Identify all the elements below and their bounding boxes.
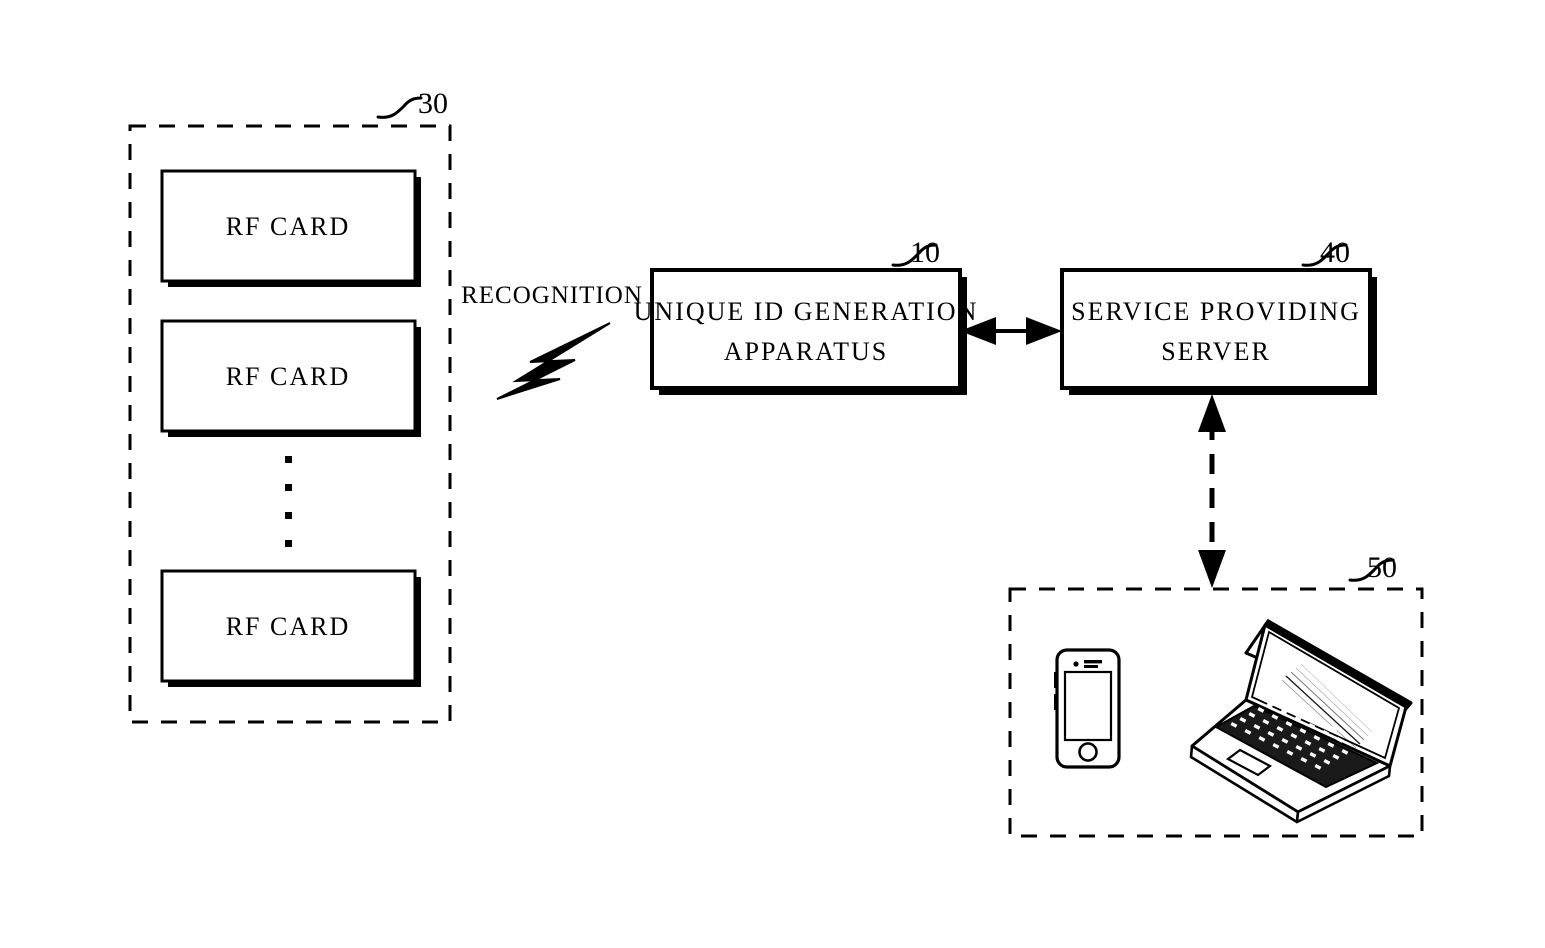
apparatus-body	[650, 268, 962, 390]
server-label-line2: SERVER	[1161, 337, 1271, 366]
recognition-link: RECOGNITION	[461, 282, 643, 400]
lightning-bolt-icon	[496, 322, 611, 400]
leader-line-30	[376, 96, 423, 119]
arrowhead-up	[1198, 394, 1226, 432]
phone-speaker-2	[1084, 665, 1098, 668]
rf-card-1-label: RF CARD	[226, 212, 351, 241]
rf-card-3-label: RF CARD	[226, 612, 351, 641]
rf-card-3[interactable]: RF CARD	[160, 569, 421, 687]
apparatus-label-line2: APPARATUS	[724, 337, 888, 366]
rf-card-2[interactable]: RF CARD	[160, 319, 421, 437]
patent-figure: 30 RF CARD RF CARD RF CARD RECOGNITION U…	[0, 0, 1545, 948]
ref-number-40: 40	[1320, 236, 1350, 269]
rf-card-2-label: RF CARD	[226, 362, 351, 391]
recognition-label: RECOGNITION	[461, 282, 643, 309]
terminal-group-50: 50	[1008, 551, 1424, 838]
card-group-30: 30 RF CARD RF CARD RF CARD	[128, 87, 452, 724]
ref-number-10: 10	[910, 236, 940, 269]
phone-speaker	[1084, 660, 1102, 664]
arrowhead-down	[1198, 550, 1226, 588]
laptop-icon[interactable]	[1189, 618, 1413, 824]
ref-number-50: 50	[1367, 551, 1397, 584]
service-server-block[interactable]: SERVICE PROVIDING SERVER 40	[1060, 236, 1377, 395]
apparatus-label-line1: UNIQUE ID GENERATION	[634, 297, 979, 326]
figure-canvas: 30 RF CARD RF CARD RF CARD RECOGNITION U…	[128, 87, 1424, 838]
unique-id-apparatus-block[interactable]: UNIQUE ID GENERATION APPARATUS 10	[634, 236, 979, 395]
vertical-ellipsis	[285, 456, 292, 547]
server-label-line1: SERVICE PROVIDING	[1071, 297, 1361, 326]
rf-card-1[interactable]: RF CARD	[160, 169, 421, 287]
ref-number-30: 30	[418, 87, 448, 120]
server-body	[1060, 268, 1372, 390]
phone-home-button[interactable]	[1078, 742, 1098, 762]
smartphone-icon[interactable]	[1054, 648, 1121, 769]
phone-screen	[1063, 670, 1113, 742]
phone-camera-dot	[1073, 661, 1079, 667]
connector-server-terminals	[1198, 394, 1226, 588]
arrowhead-right	[1026, 317, 1062, 345]
